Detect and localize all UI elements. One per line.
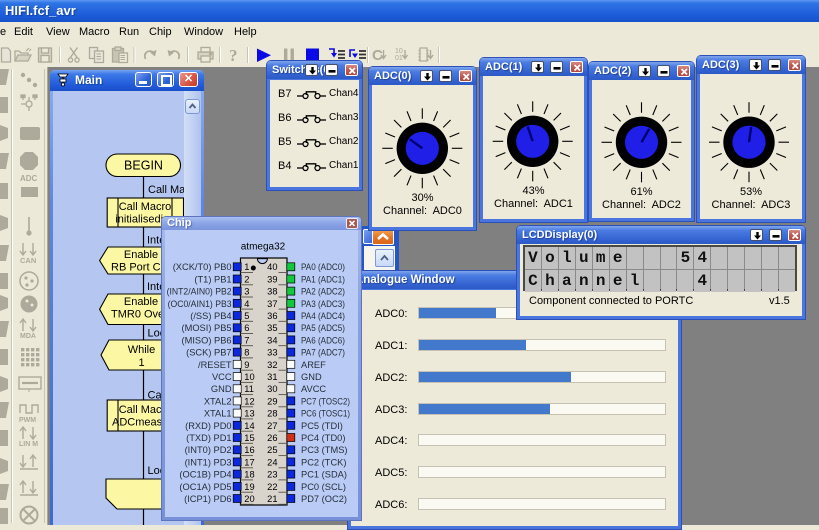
svg-text:(OC1B) PD4: (OC1B) PD4 (179, 470, 231, 480)
svg-text:38: 38 (267, 287, 277, 297)
svg-text:PC0 (SCL): PC0 (SCL) (301, 482, 346, 492)
svg-text:5: 5 (244, 311, 249, 321)
svg-text:20: 20 (244, 494, 254, 504)
svg-text:XTAL1: XTAL1 (204, 409, 232, 419)
svg-text:While: While (128, 344, 156, 356)
svg-text:9: 9 (244, 360, 249, 370)
svg-text:(T1) PB1: (T1) PB1 (194, 275, 231, 285)
svg-text:PC3 (TMS): PC3 (TMS) (301, 445, 348, 455)
svg-text:PA2 (ADC2): PA2 (ADC2) (301, 287, 345, 297)
svg-text:ADC: ADC (20, 174, 38, 183)
svg-text:PA3 (ADC3): PA3 (ADC3) (301, 299, 345, 309)
svg-text:AVCC: AVCC (301, 384, 326, 394)
svg-text:(ICP1) PD6: (ICP1) PD6 (184, 494, 232, 504)
svg-text:Call Macro: Call Macro (119, 201, 172, 213)
svg-text:PC4 (TD0): PC4 (TD0) (301, 433, 345, 443)
svg-text:26: 26 (267, 433, 277, 443)
svg-text:30: 30 (267, 384, 277, 394)
svg-text:Enable: Enable (124, 296, 158, 308)
svg-text:19: 19 (244, 482, 254, 492)
svg-text:PA5 (ADC5): PA5 (ADC5) (301, 323, 345, 333)
svg-text:PC7 (TOSC2): PC7 (TOSC2) (301, 396, 350, 406)
svg-text:VCC: VCC (212, 372, 232, 382)
svg-text:(RXD) PD0: (RXD) PD0 (185, 421, 232, 431)
svg-text:PD7 (OC2): PD7 (OC2) (301, 494, 347, 504)
svg-text:CAN: CAN (20, 256, 36, 265)
svg-text:29: 29 (267, 396, 277, 406)
svg-text:6: 6 (244, 323, 249, 333)
svg-text:40: 40 (267, 262, 277, 272)
svg-text:(SCK) PB7: (SCK) PB7 (186, 348, 231, 358)
svg-text:(/SS) PB4: (/SS) PB4 (190, 311, 231, 321)
svg-text:MDA: MDA (20, 333, 36, 340)
svg-text:21: 21 (267, 494, 277, 504)
svg-text:34: 34 (267, 335, 277, 345)
svg-text:(MISO) PB6: (MISO) PB6 (181, 335, 231, 345)
svg-text:31: 31 (267, 372, 277, 382)
svg-text:17: 17 (244, 457, 254, 467)
svg-text:Enable: Enable (124, 249, 158, 261)
svg-text:BEGIN: BEGIN (124, 159, 163, 173)
svg-text:25: 25 (267, 445, 277, 455)
svg-text:?: ? (229, 46, 238, 65)
svg-text:PC5 (TDI): PC5 (TDI) (301, 421, 343, 431)
svg-text:7: 7 (244, 335, 249, 345)
svg-text:22: 22 (267, 482, 277, 492)
svg-text:(MOSI) PB5: (MOSI) PB5 (181, 323, 231, 333)
svg-text:39: 39 (267, 275, 277, 285)
svg-text:/RESET: /RESET (198, 360, 232, 370)
svg-text:(OC1A) PD5: (OC1A) PD5 (179, 482, 231, 492)
svg-text:GND: GND (211, 384, 232, 394)
svg-text:PC6 (TOSC1): PC6 (TOSC1) (301, 409, 350, 419)
svg-text:16: 16 (244, 445, 254, 455)
svg-text:14: 14 (244, 421, 254, 431)
svg-text:(INT1) PD3: (INT1) PD3 (185, 457, 232, 467)
svg-text:33: 33 (267, 348, 277, 358)
svg-text:atmega32: atmega32 (241, 242, 286, 253)
svg-text:Call Mac: Call Mac (148, 184, 184, 196)
svg-text:28: 28 (267, 409, 277, 419)
svg-text:PA1 (ADC1): PA1 (ADC1) (301, 275, 345, 285)
svg-text:8: 8 (244, 348, 249, 358)
svg-text:PC2 (TCK): PC2 (TCK) (301, 457, 346, 467)
svg-text:(OC0/AIN1) PB3: (OC0/AIN1) PB3 (168, 299, 232, 309)
svg-text:PA0 (ADC0): PA0 (ADC0) (301, 262, 345, 272)
svg-text:PC1 (SDA): PC1 (SDA) (301, 470, 347, 480)
svg-text:(INT0) PD2: (INT0) PD2 (185, 445, 232, 455)
svg-text:GND: GND (301, 372, 322, 382)
svg-text:27: 27 (267, 421, 277, 431)
svg-text:12: 12 (244, 396, 254, 406)
svg-text:15: 15 (244, 433, 254, 443)
svg-text:37: 37 (267, 299, 277, 309)
svg-text:1: 1 (244, 262, 249, 272)
svg-text:(TXD) PD1: (TXD) PD1 (186, 433, 231, 443)
svg-text:PWM: PWM (19, 417, 36, 424)
svg-text:3: 3 (244, 287, 249, 297)
svg-text:36: 36 (267, 311, 277, 321)
svg-text:LIN M: LIN M (19, 441, 38, 448)
svg-text:10: 10 (395, 48, 403, 55)
svg-text:10: 10 (244, 372, 254, 382)
svg-text:18: 18 (244, 470, 254, 480)
svg-text:2: 2 (244, 275, 249, 285)
svg-text:1: 1 (138, 357, 144, 369)
svg-text:(INT2/AIN0) PB2: (INT2/AIN0) PB2 (167, 287, 232, 297)
svg-text:PA4 (ADC4): PA4 (ADC4) (301, 311, 345, 321)
svg-text:01: 01 (395, 55, 403, 62)
svg-text:32: 32 (267, 360, 277, 370)
svg-text:PA7 (ADC7): PA7 (ADC7) (301, 348, 345, 358)
svg-text:11: 11 (244, 384, 254, 394)
svg-text:AREF: AREF (301, 360, 326, 370)
svg-text:4: 4 (244, 299, 249, 309)
svg-text:23: 23 (267, 470, 277, 480)
svg-text:XTAL2: XTAL2 (204, 396, 232, 406)
svg-text:PA6 (ADC6): PA6 (ADC6) (301, 335, 345, 345)
svg-text:(XCK/T0) PB0: (XCK/T0) PB0 (173, 262, 232, 272)
svg-text:35: 35 (267, 323, 277, 333)
svg-text:24: 24 (267, 457, 277, 467)
svg-text:13: 13 (244, 409, 254, 419)
